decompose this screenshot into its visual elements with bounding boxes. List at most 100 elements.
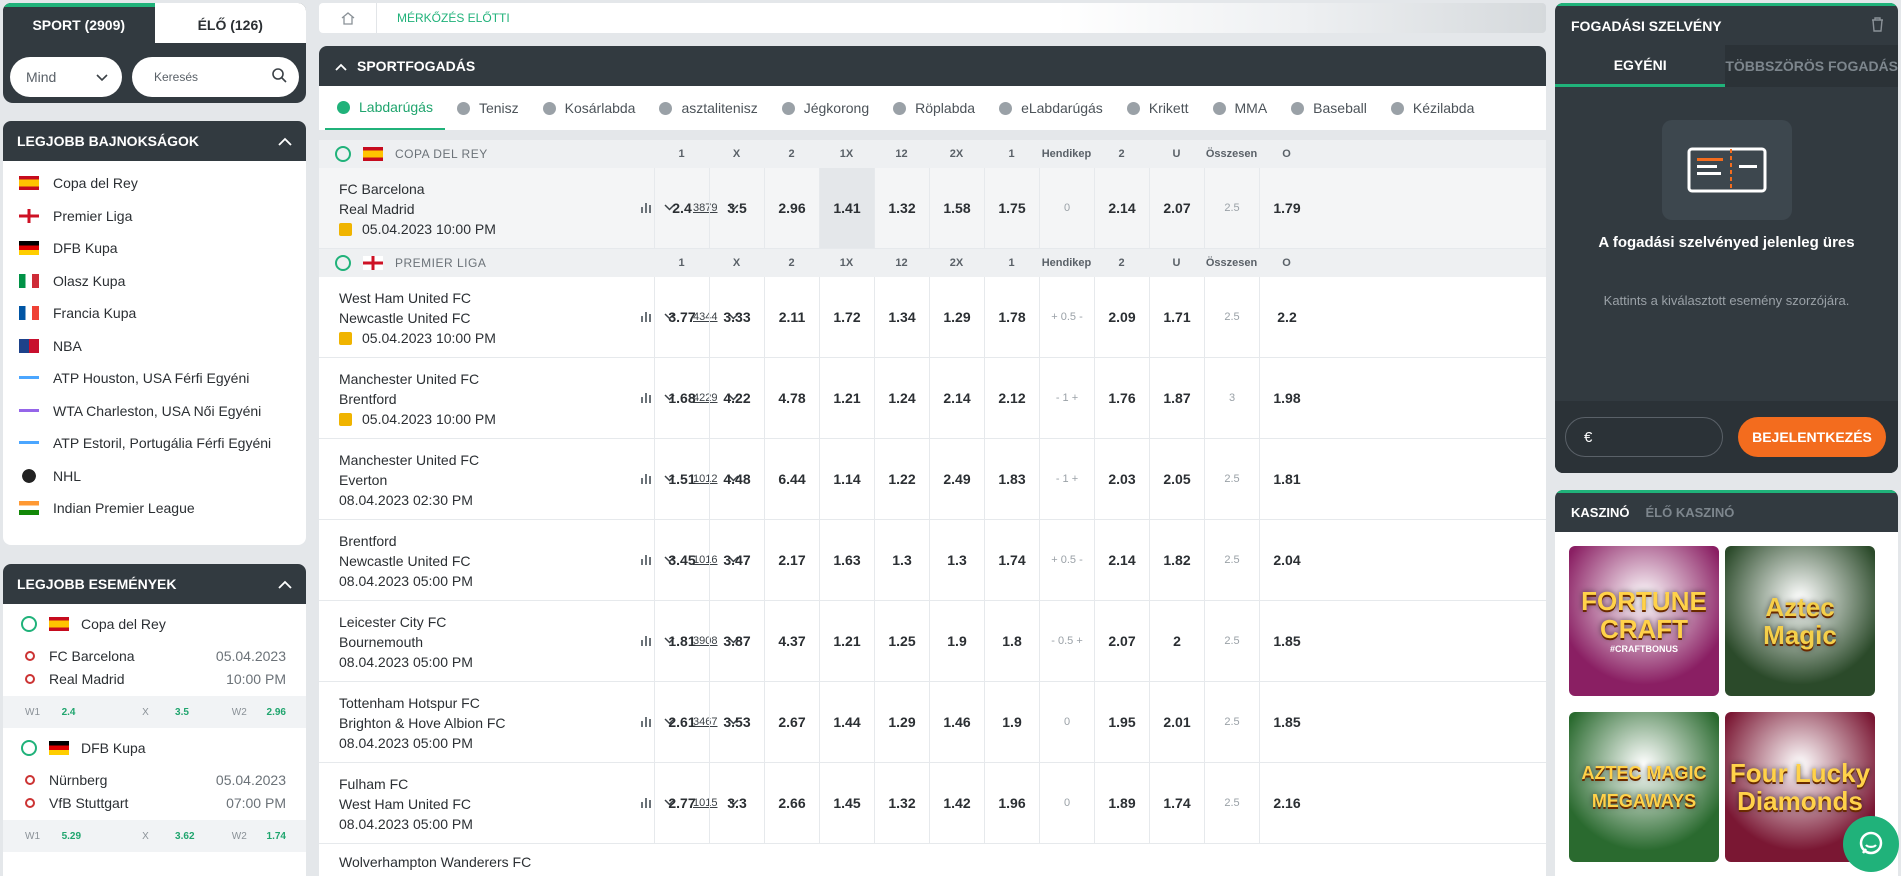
- odd-cell[interactable]: 2.16: [1259, 763, 1314, 843]
- odd-cell[interactable]: 2.2: [1259, 277, 1314, 357]
- odd-cell[interactable]: 4.22: [709, 358, 764, 438]
- odd-cell[interactable]: 1.46: [929, 682, 984, 762]
- odd-cell[interactable]: 2.77: [654, 763, 709, 843]
- odd-cell[interactable]: 1.32: [874, 763, 929, 843]
- odd-cell[interactable]: 1.58: [929, 168, 984, 248]
- odd-cell[interactable]: 1.74: [1149, 763, 1204, 843]
- odd-cell[interactable]: 1.9: [984, 682, 1039, 762]
- stats-icon[interactable]: [641, 797, 653, 811]
- odd-cell[interactable]: 1.41: [819, 168, 874, 248]
- match-row[interactable]: Brentford Newcastle United FC 08.04.2023 0…: [319, 520, 1546, 601]
- odd-cell[interactable]: 1.76: [1094, 358, 1149, 438]
- period-select[interactable]: Mind: [10, 57, 122, 97]
- odd-cell[interactable]: 2.96: [764, 168, 819, 248]
- odd-cell[interactable]: 1.89: [1094, 763, 1149, 843]
- odd-cell[interactable]: 1.14: [819, 439, 874, 519]
- tab-live-casino[interactable]: ÉLŐ KASZINÓ: [1646, 505, 1735, 520]
- odd-cell[interactable]: 3.5: [709, 168, 764, 248]
- w2-odd[interactable]: 2.96: [267, 707, 286, 718]
- sport-tab[interactable]: Kézilabda: [1379, 86, 1487, 130]
- odd-cell[interactable]: 2.05: [1149, 439, 1204, 519]
- w2-odd[interactable]: 1.74: [267, 831, 286, 842]
- sport-tab[interactable]: eLabdarúgás: [987, 86, 1115, 130]
- odd-cell[interactable]: 1.9: [929, 601, 984, 681]
- odd-cell[interactable]: 3.87: [709, 601, 764, 681]
- top-league-item[interactable]: Copa del Rey: [3, 167, 306, 200]
- stats-icon[interactable]: [641, 202, 653, 216]
- odd-cell[interactable]: 2.09: [1094, 277, 1149, 357]
- odd-cell[interactable]: 1.87: [1149, 358, 1204, 438]
- odd-cell[interactable]: 1.3: [874, 520, 929, 600]
- search-icon[interactable]: [272, 68, 287, 86]
- odd-cell[interactable]: 6.44: [764, 439, 819, 519]
- odd-cell[interactable]: 1.71: [1149, 277, 1204, 357]
- odd-cell[interactable]: 2.14: [1094, 168, 1149, 248]
- match-row[interactable]: Wolverhampton Wanderers FC: [319, 844, 1546, 876]
- odd-cell[interactable]: 1.21: [819, 601, 874, 681]
- odd-cell[interactable]: 1.21: [819, 358, 874, 438]
- tab-single[interactable]: EGYÉNI: [1555, 45, 1726, 87]
- odd-cell[interactable]: 1.96: [984, 763, 1039, 843]
- odd-cell[interactable]: 2.61: [654, 682, 709, 762]
- match-row[interactable]: FC Barcelona Real Madrid 05.04.2023 10:00 …: [319, 168, 1546, 249]
- odd-cell[interactable]: 2.49: [929, 439, 984, 519]
- stats-icon[interactable]: [641, 716, 653, 730]
- sport-tab[interactable]: Krikett: [1115, 86, 1201, 130]
- sport-tab[interactable]: Kosárlabda: [531, 86, 648, 130]
- odd-cell[interactable]: 2.67: [764, 682, 819, 762]
- odd-cell[interactable]: 1.29: [874, 682, 929, 762]
- sport-tab[interactable]: Röplabda: [881, 86, 987, 130]
- odd-cell[interactable]: 1.78: [984, 277, 1039, 357]
- odd-cell[interactable]: 2.66: [764, 763, 819, 843]
- odd-cell[interactable]: 2.04: [1259, 520, 1314, 600]
- odd-cell[interactable]: 3.33: [709, 277, 764, 357]
- odd-cell[interactable]: 1.98: [1259, 358, 1314, 438]
- odd-cell[interactable]: 1.74: [984, 520, 1039, 600]
- odd-cell[interactable]: 3.47: [709, 520, 764, 600]
- tab-casino[interactable]: KASZINÓ: [1571, 505, 1630, 520]
- match-row[interactable]: Tottenham Hotspur FC Brighton & Hove Albi…: [319, 682, 1546, 763]
- match-row[interactable]: Fulham FC West Ham United FC 08.04.2023 05…: [319, 763, 1546, 844]
- w1-odd[interactable]: 2.4: [62, 707, 143, 718]
- sport-tab[interactable]: MMA: [1201, 86, 1280, 130]
- top-league-item[interactable]: Francia Kupa: [3, 297, 306, 330]
- odd-cell[interactable]: 2.01: [1149, 682, 1204, 762]
- odd-cell[interactable]: 1.32: [874, 168, 929, 248]
- odd-cell[interactable]: 1.83: [984, 439, 1039, 519]
- sport-tab[interactable]: Tenisz: [445, 86, 531, 130]
- top-league-item[interactable]: WTA Charleston, USA Női Egyéni: [3, 395, 306, 428]
- odd-cell[interactable]: 1.51: [654, 439, 709, 519]
- top-league-item[interactable]: NBA: [3, 330, 306, 363]
- odd-cell[interactable]: 1.25: [874, 601, 929, 681]
- odd-cell[interactable]: 1.75: [984, 168, 1039, 248]
- odd-cell[interactable]: 1.42: [929, 763, 984, 843]
- top-league-item[interactable]: Premier Liga: [3, 200, 306, 233]
- tab-sport[interactable]: SPORT (2909): [3, 3, 155, 43]
- odd-cell[interactable]: 1.68: [654, 358, 709, 438]
- chevron-up-icon[interactable]: [278, 576, 292, 592]
- match-row[interactable]: Leicester City FC Bournemouth 08.04.2023 0…: [319, 601, 1546, 682]
- top-event[interactable]: DFB Kupa Nürnberg 05.04.2023 VfB Stuttgart 0…: [3, 728, 306, 852]
- odd-cell[interactable]: 2.07: [1149, 168, 1204, 248]
- sport-tab[interactable]: Labdarúgás: [325, 86, 445, 130]
- odd-cell[interactable]: 1.95: [1094, 682, 1149, 762]
- match-row[interactable]: Manchester United FC Everton 08.04.2023 02…: [319, 439, 1546, 520]
- odd-cell[interactable]: 2.14: [1094, 520, 1149, 600]
- odd-cell[interactable]: 1.85: [1259, 682, 1314, 762]
- top-league-item[interactable]: DFB Kupa: [3, 232, 306, 265]
- odd-cell[interactable]: 2.07: [1094, 601, 1149, 681]
- odd-cell[interactable]: 1.3: [929, 520, 984, 600]
- chat-button[interactable]: [1843, 816, 1899, 872]
- chevron-up-icon[interactable]: [335, 58, 347, 74]
- stats-icon[interactable]: [641, 392, 653, 406]
- sportsbook-header[interactable]: SPORTFOGADÁS: [319, 46, 1546, 86]
- stake-input[interactable]: €: [1565, 417, 1723, 457]
- odd-cell[interactable]: 2.14: [929, 358, 984, 438]
- odd-cell[interactable]: 2.03: [1094, 439, 1149, 519]
- odd-cell[interactable]: 2.11: [764, 277, 819, 357]
- odd-cell[interactable]: 4.37: [764, 601, 819, 681]
- breadcrumb-prematch[interactable]: MÉRKŐZÉS ELŐTTI: [377, 11, 510, 25]
- odd-cell[interactable]: 1.81: [654, 601, 709, 681]
- odd-cell[interactable]: 1.82: [1149, 520, 1204, 600]
- odd-cell[interactable]: 1.63: [819, 520, 874, 600]
